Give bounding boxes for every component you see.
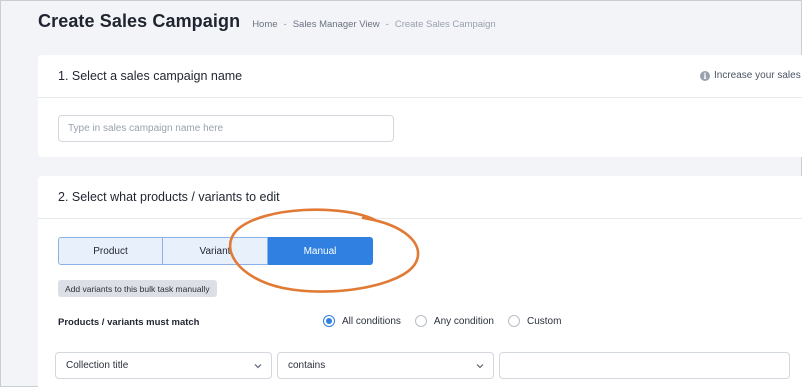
all-conditions-radio[interactable]: All conditions [323, 315, 401, 327]
products-selection-card-header: 2. Select what products / variants to ed… [38, 176, 802, 219]
page-title: Create Sales Campaign [38, 11, 241, 31]
products-selection-card: 2. Select what products / variants to ed… [38, 176, 802, 387]
campaign-name-card: 1. Select a sales campaign name i Increa… [38, 55, 802, 157]
custom-condition-radio[interactable]: Custom [507, 315, 562, 327]
radio-unchecked-icon [507, 315, 520, 327]
match-label: Products / variants must match [58, 317, 200, 328]
breadcrumb: Home - Sales Manager View - Create Sales… [252, 19, 496, 30]
page-header: Create Sales Campaign Home - Sales Manag… [38, 11, 496, 35]
filter-operator-value: contains [288, 360, 326, 371]
section-title: 2. Select what products / variants to ed… [58, 190, 280, 204]
radio-unchecked-icon [414, 315, 427, 327]
info-tip: i Increase your sales [700, 70, 801, 81]
chevron-down-icon [254, 363, 262, 368]
breadcrumb-separator: - [385, 19, 389, 30]
campaign-name-card-header: 1. Select a sales campaign name i Increa… [38, 55, 802, 98]
hint-badge: Add variants to this bulk task manually [58, 280, 217, 297]
filter-operator-select[interactable]: contains [277, 352, 494, 379]
info-icon: i [700, 70, 710, 81]
section-title: 1. Select a sales campaign name [58, 69, 243, 83]
any-condition-radio[interactable]: Any condition [414, 315, 494, 327]
filter-value-input[interactable] [499, 352, 790, 379]
breadcrumb-sales-manager-view[interactable]: Sales Manager View [293, 19, 380, 30]
campaign-name-input[interactable] [58, 115, 394, 142]
manual-mode-button[interactable]: Manual [268, 237, 373, 265]
selection-mode-toggle: Product Variant Manual [58, 237, 373, 265]
breadcrumb-separator: - [283, 19, 287, 30]
radio-label: All conditions [342, 315, 401, 327]
filter-row: Collection title contains [55, 352, 790, 379]
radio-label: Any condition [433, 315, 494, 327]
radio-label: Custom [526, 315, 562, 327]
product-mode-button[interactable]: Product [58, 237, 163, 265]
radio-checked-icon [323, 315, 335, 327]
chevron-down-icon [476, 363, 484, 368]
filter-field-select[interactable]: Collection title [55, 352, 272, 379]
filter-field-value: Collection title [66, 360, 129, 371]
variant-mode-button[interactable]: Variant [163, 237, 268, 265]
breadcrumb-current: Create Sales Campaign [394, 19, 496, 30]
info-text: Increase your sales [714, 70, 801, 81]
condition-radio-group: All conditions Any condition Custom [323, 315, 575, 327]
breadcrumb-home[interactable]: Home [252, 19, 277, 30]
